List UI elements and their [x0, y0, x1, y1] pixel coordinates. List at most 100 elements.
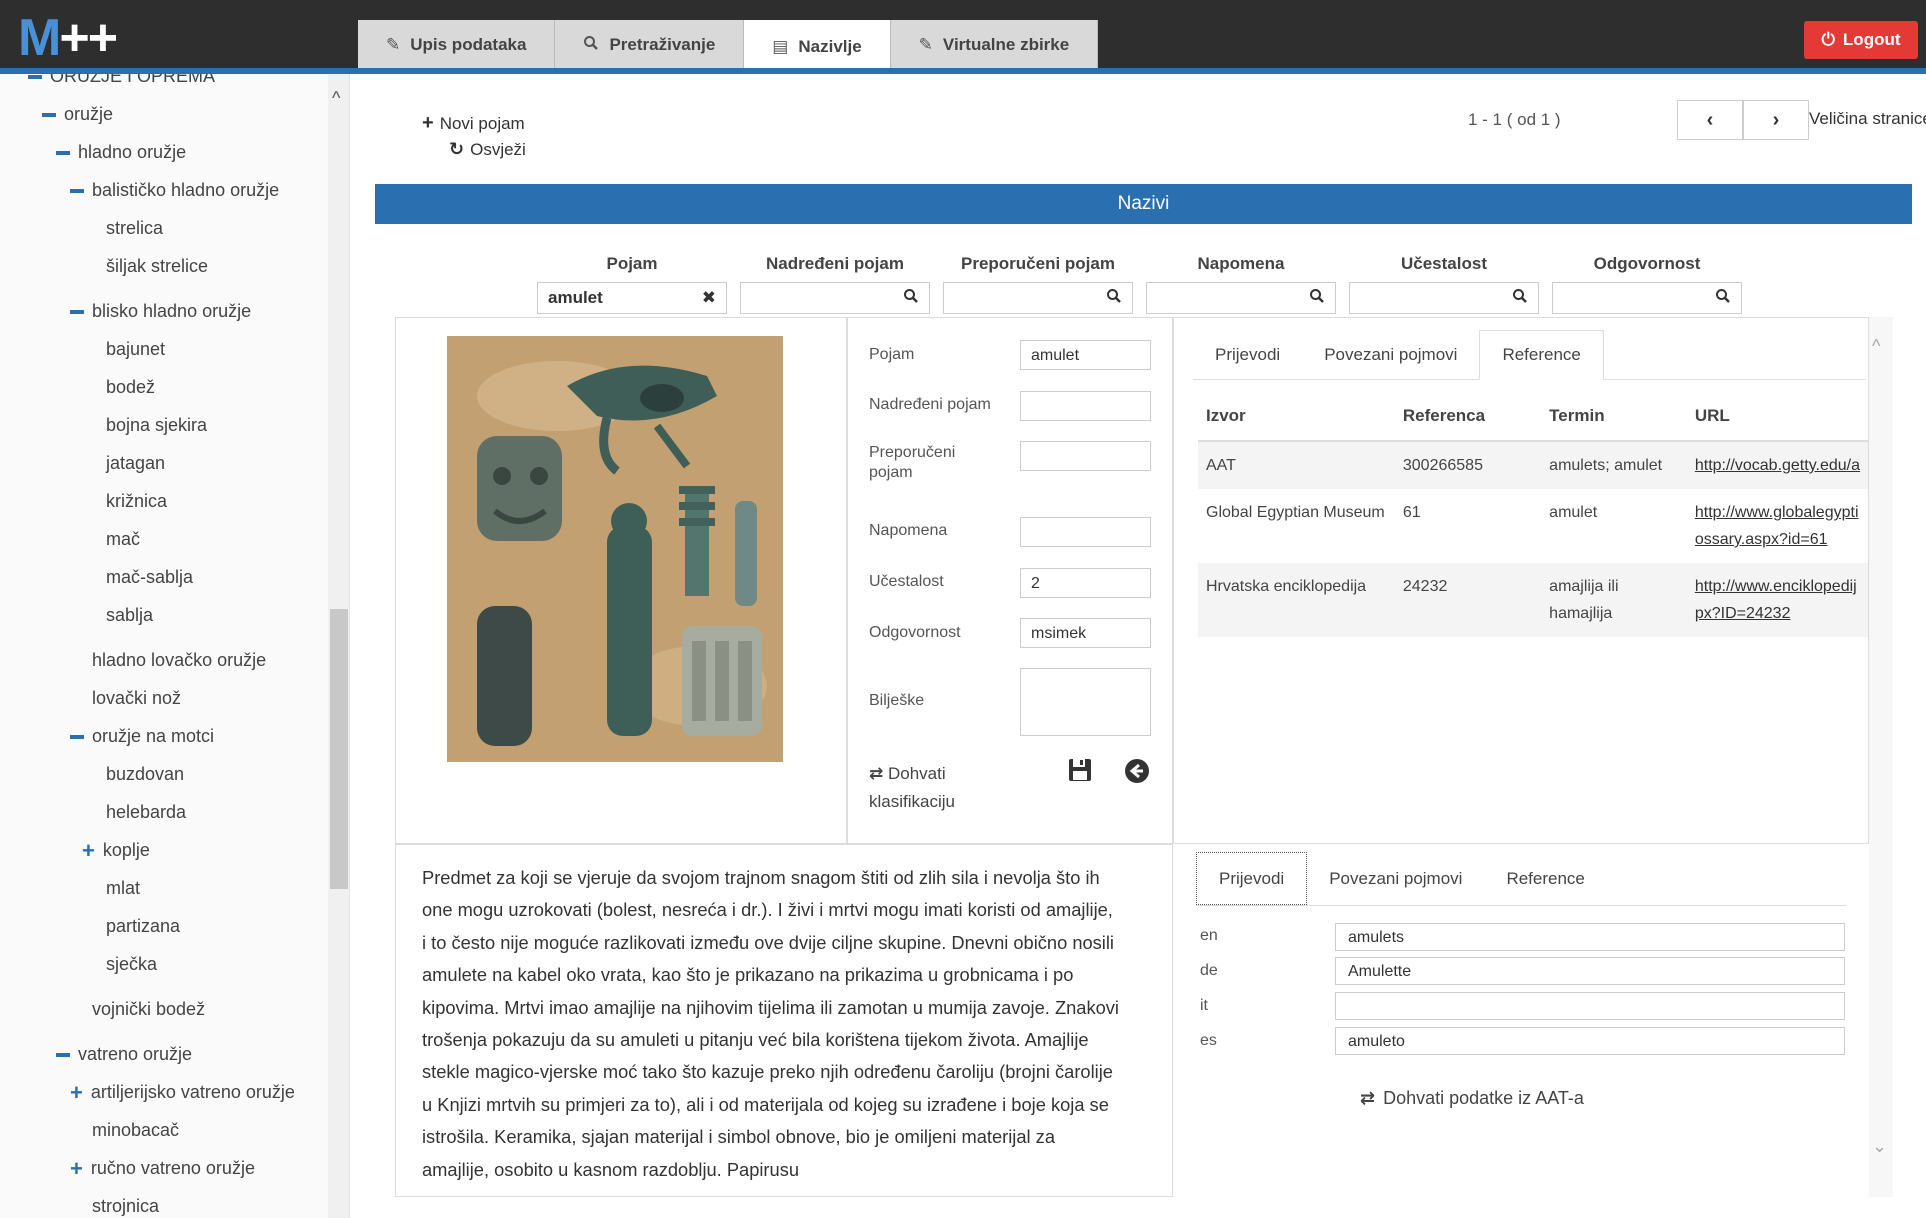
- tab-pretrazivanje[interactable]: Pretraživanje: [555, 20, 745, 70]
- filter-napomena-input[interactable]: [1146, 282, 1336, 314]
- collapse-icon[interactable]: [28, 74, 42, 79]
- search-icon[interactable]: [1715, 288, 1731, 309]
- tree-node[interactable]: oružje: [42, 104, 113, 125]
- nadredjeni-pojam-label: Nadređeni pojam: [869, 396, 991, 413]
- search-icon[interactable]: [1309, 288, 1325, 309]
- pojam-field[interactable]: amulet: [1020, 340, 1151, 370]
- tree-node[interactable]: helebarda: [106, 802, 186, 823]
- scrollbar-thumb[interactable]: [330, 609, 348, 889]
- subtab-reference[interactable]: Reference: [1479, 330, 1604, 380]
- reference-link-cont[interactable]: px?ID=24232: [1695, 605, 1791, 622]
- tree-node[interactable]: minobacač: [92, 1120, 179, 1141]
- tree-node[interactable]: mač: [106, 529, 140, 550]
- tree-node[interactable]: strojnica: [92, 1196, 159, 1217]
- back-icon[interactable]: [1124, 758, 1150, 789]
- tree-node[interactable]: bodež: [106, 377, 155, 398]
- filter-label: Učestalost: [1401, 254, 1487, 273]
- expand-icon[interactable]: +: [82, 839, 95, 861]
- tree-node[interactable]: strelica: [106, 218, 163, 239]
- filter-preporuceni-input[interactable]: [943, 282, 1133, 314]
- tree-node[interactable]: sablja: [106, 605, 153, 626]
- reference-link[interactable]: http://www.globalegypti: [1695, 504, 1859, 521]
- artifact-photo[interactable]: [447, 336, 783, 762]
- table-row[interactable]: Global Egyptian Museum 61 amulet http://…: [1198, 489, 1868, 563]
- collapse-icon[interactable]: [70, 734, 84, 739]
- filter-odgovornost-input[interactable]: [1552, 282, 1742, 314]
- reference-link-cont[interactable]: ossary.aspx?id=61: [1695, 531, 1828, 548]
- odgovornost-field[interactable]: msimek: [1020, 618, 1151, 648]
- tab-virtualne-zbirke[interactable]: ✎ Virtualne zbirke: [890, 20, 1099, 70]
- tab-upis-podataka[interactable]: ✎ Upis podataka: [358, 20, 556, 70]
- nadredjeni-pojam-field[interactable]: [1020, 391, 1151, 421]
- tree-node[interactable]: partizana: [106, 916, 180, 937]
- tree-node[interactable]: vatreno oružje: [56, 1044, 192, 1065]
- tree-node[interactable]: mač-sablja: [106, 567, 193, 588]
- new-term-button[interactable]: + Novi pojam: [422, 112, 525, 135]
- tree-node[interactable]: + koplje: [82, 839, 150, 861]
- collapse-icon[interactable]: [42, 112, 56, 117]
- tree-node[interactable]: lovački nož: [92, 688, 181, 709]
- tree-node[interactable]: balističko hladno oružje: [70, 180, 279, 201]
- tree-node[interactable]: oružje na motci: [70, 726, 214, 747]
- collapse-icon[interactable]: [56, 150, 70, 155]
- subtab-povezani-pojmovi[interactable]: Povezani pojmovi: [1307, 852, 1484, 905]
- chevron-down-icon[interactable]: ⌄: [1872, 1136, 1887, 1157]
- tree-node[interactable]: bojna sjekira: [106, 415, 207, 436]
- translation-it-field[interactable]: [1335, 992, 1845, 1020]
- tree-node[interactable]: hladno oružje: [56, 142, 186, 163]
- sidebar-scrollbar[interactable]: ^: [328, 74, 349, 1218]
- tree-node[interactable]: hladno lovačko oružje: [92, 650, 266, 671]
- expand-icon[interactable]: +: [70, 1157, 83, 1179]
- filter-pojam-input[interactable]: amulet ✖: [537, 282, 727, 314]
- table-row[interactable]: AAT 300266585 amulets; amulet http://voc…: [1198, 441, 1868, 489]
- search-icon[interactable]: [1106, 288, 1122, 309]
- prev-page-button[interactable]: ‹: [1677, 100, 1743, 140]
- tree-node[interactable]: buzdovan: [106, 764, 184, 785]
- biljeske-field[interactable]: [1020, 668, 1151, 736]
- fetch-aat-button[interactable]: ⇄ Dohvati podatke iz AAT-a: [1360, 1088, 1584, 1109]
- collapse-icon[interactable]: [70, 188, 84, 193]
- clear-icon[interactable]: ✖: [702, 288, 716, 308]
- tree-node[interactable]: vojnički bodež: [92, 999, 205, 1020]
- subtab-povezani-pojmovi[interactable]: Povezani pojmovi: [1302, 330, 1479, 379]
- tree-node[interactable]: blisko hladno oružje: [70, 301, 251, 322]
- tree-node[interactable]: šiljak strelice: [106, 256, 208, 277]
- reference-link[interactable]: http://www.enciklopedij: [1695, 578, 1857, 595]
- tree-node[interactable]: ORUŽJE I OPREMA: [28, 74, 215, 87]
- napomena-field[interactable]: [1020, 517, 1151, 547]
- table-row[interactable]: Hrvatska enciklopedija 24232 amajlija il…: [1198, 563, 1868, 637]
- expand-icon[interactable]: +: [70, 1081, 83, 1103]
- fetch-classification-button[interactable]: ⇄ Dohvati klasifikaciju: [869, 760, 955, 816]
- search-icon[interactable]: [903, 288, 919, 309]
- filter-ucestalost-input[interactable]: [1349, 282, 1539, 314]
- subtab-reference[interactable]: Reference: [1484, 852, 1606, 905]
- tree-node[interactable]: jatagan: [106, 453, 165, 474]
- tree-node[interactable]: + artiljerijsko vatreno oružje: [70, 1081, 295, 1103]
- collapse-icon[interactable]: [70, 309, 84, 314]
- tree-node[interactable]: sječka: [106, 954, 157, 975]
- next-page-button[interactable]: ›: [1743, 100, 1809, 140]
- subtab-prijevodi[interactable]: Prijevodi: [1196, 852, 1308, 905]
- logout-button[interactable]: ⏻ Logout: [1804, 21, 1918, 59]
- chevron-up-icon[interactable]: ^: [1872, 336, 1880, 357]
- reference-link[interactable]: http://vocab.getty.edu/a: [1695, 457, 1860, 474]
- translation-de-field[interactable]: Amulette: [1335, 957, 1845, 985]
- filter-nadredjeni-input[interactable]: [740, 282, 930, 314]
- subtab-prijevodi[interactable]: Prijevodi: [1193, 330, 1302, 379]
- scroll-up-icon[interactable]: ^: [332, 88, 340, 109]
- tree-node[interactable]: mlat: [106, 878, 140, 899]
- ucestalost-field[interactable]: 2: [1020, 568, 1151, 598]
- tree-node[interactable]: križnica: [106, 491, 167, 512]
- save-icon[interactable]: [1068, 758, 1092, 787]
- tree-node[interactable]: bajunet: [106, 339, 165, 360]
- search-icon[interactable]: [1512, 288, 1528, 309]
- refresh-button[interactable]: ↻ Osvježi: [449, 139, 526, 160]
- translation-es-field[interactable]: amuleto: [1335, 1027, 1845, 1055]
- tree-node[interactable]: + ručno vatreno oružje: [70, 1157, 255, 1179]
- translation-en-field[interactable]: amulets: [1335, 923, 1845, 951]
- tab-nazivlje[interactable]: ▤ Nazivlje: [744, 20, 891, 74]
- app-logo[interactable]: M++: [18, 8, 118, 68]
- collapse-icon[interactable]: [56, 1052, 70, 1057]
- preporuceni-pojam-field[interactable]: [1020, 441, 1151, 471]
- right-scrollbar[interactable]: [1869, 317, 1893, 1197]
